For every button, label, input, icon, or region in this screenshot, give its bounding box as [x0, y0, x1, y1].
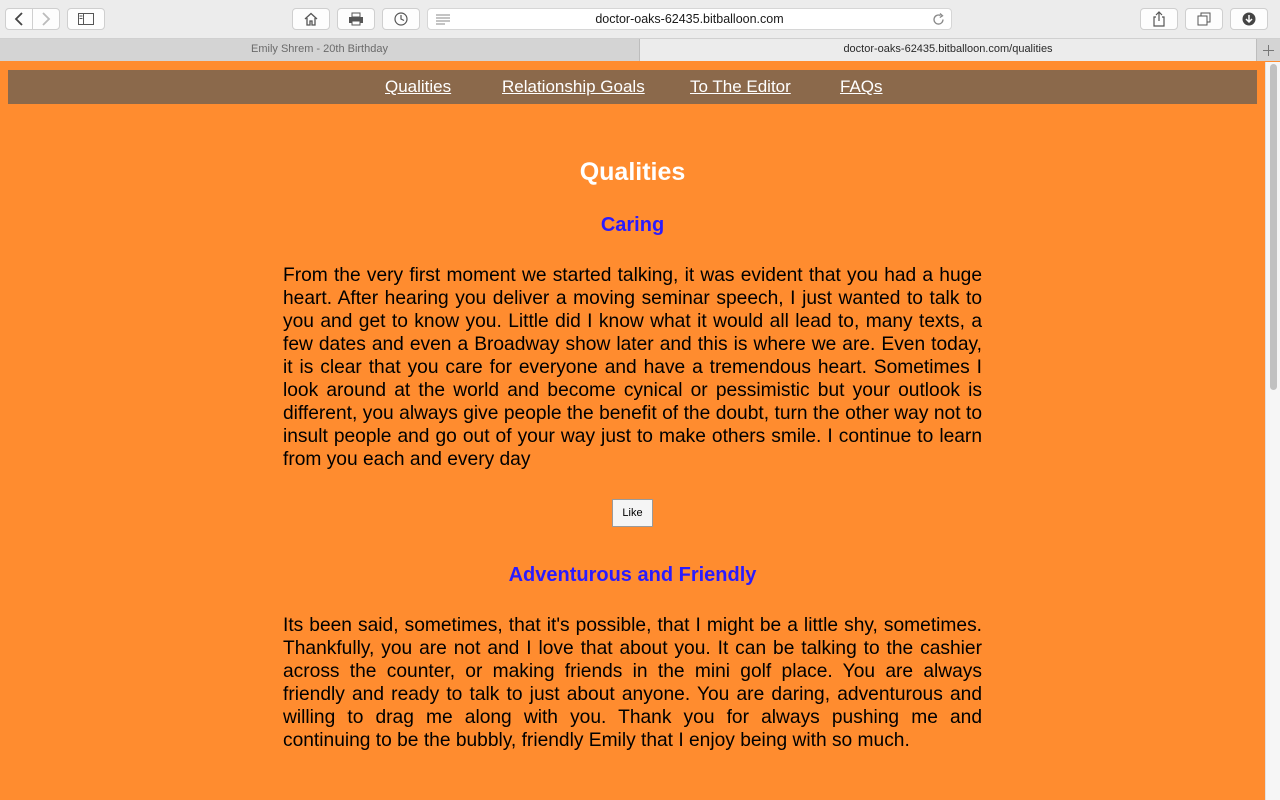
site-navbar: Qualities Relationship Goals To The Edit…: [8, 70, 1257, 104]
home-button[interactable]: [292, 8, 330, 30]
tab-bar: Emily Shrem - 20th Birthday doctor-oaks-…: [0, 39, 1280, 61]
nav-link-qualities[interactable]: Qualities: [385, 77, 451, 97]
page-viewport: Qualities Relationship Goals To The Edit…: [0, 62, 1265, 800]
back-button[interactable]: [5, 8, 33, 30]
downloads-icon: [1242, 12, 1256, 26]
history-button[interactable]: [382, 8, 420, 30]
address-bar[interactable]: doctor-oaks-62435.bitballoon.com: [427, 8, 952, 30]
forward-button[interactable]: [32, 8, 60, 30]
new-tab-icon: [1263, 44, 1274, 56]
print-icon: [349, 12, 363, 26]
page-title: Qualities: [579, 158, 686, 186]
history-icon: [394, 12, 408, 26]
vertical-scrollbar[interactable]: [1265, 62, 1280, 800]
forward-icon: [42, 12, 51, 26]
sidebar-icon: [78, 13, 94, 25]
share-button[interactable]: [1140, 8, 1178, 30]
section-text-caring: From the very first moment we started ta…: [283, 265, 982, 470]
section-title-caring: Caring: [600, 214, 665, 236]
browser-toolbar: doctor-oaks-62435.bitballoon.com: [0, 0, 1280, 39]
share-icon: [1153, 11, 1165, 27]
tabs-overview-button[interactable]: [1185, 8, 1223, 30]
downloads-button[interactable]: [1230, 8, 1268, 30]
new-tab-button[interactable]: [1257, 39, 1280, 61]
sidebar-button[interactable]: [67, 8, 105, 30]
like-button[interactable]: Like: [612, 499, 653, 527]
home-icon: [304, 12, 318, 26]
reload-icon[interactable]: [932, 13, 945, 26]
scrollbar-thumb[interactable]: [1270, 64, 1277, 390]
section-title-adventurous-friendly: Adventurous and Friendly: [508, 564, 757, 586]
print-button[interactable]: [337, 8, 375, 30]
back-icon: [14, 12, 23, 26]
url-text[interactable]: doctor-oaks-62435.bitballoon.com: [428, 12, 951, 26]
section-text-adventurous-friendly: Its been said, sometimes, that it's poss…: [283, 615, 982, 751]
tab-emily-birthday[interactable]: Emily Shrem - 20th Birthday: [0, 39, 640, 61]
nav-link-relationship-goals[interactable]: Relationship Goals: [502, 77, 645, 97]
tab-qualities[interactable]: doctor-oaks-62435.bitballoon.com/qualiti…: [640, 39, 1257, 61]
tabs-overview-icon: [1197, 12, 1211, 26]
nav-link-faqs[interactable]: FAQs: [840, 77, 883, 97]
nav-link-to-the-editor[interactable]: To The Editor: [690, 77, 791, 97]
